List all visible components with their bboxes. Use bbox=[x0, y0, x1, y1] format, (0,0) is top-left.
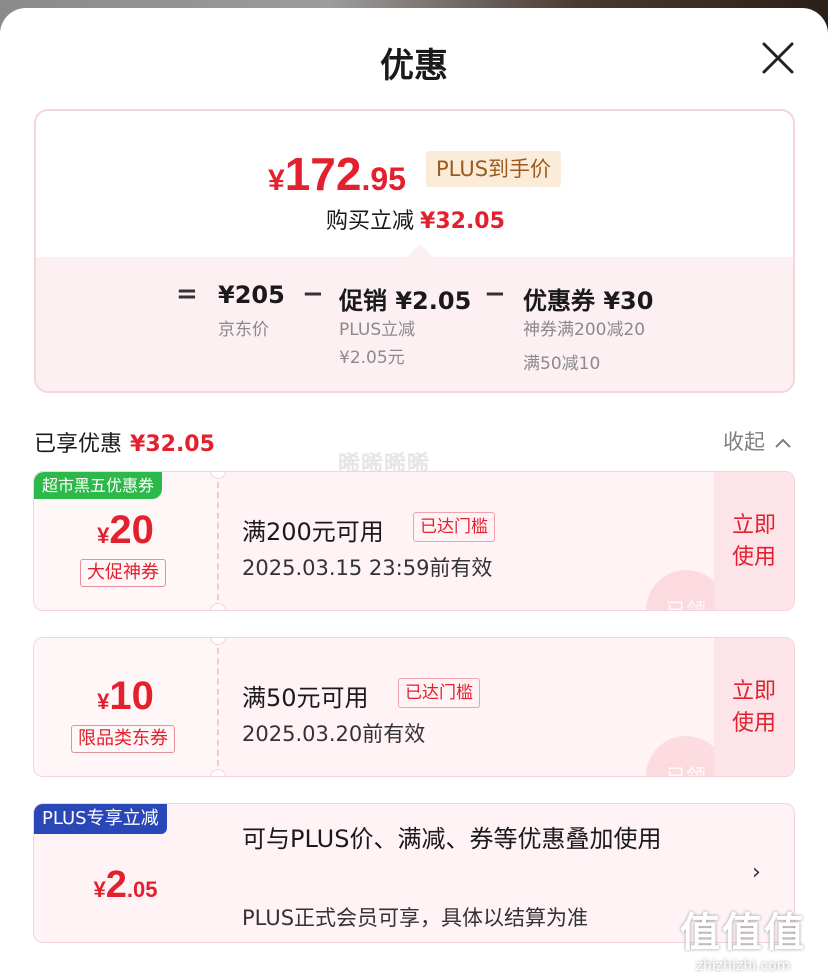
promo-sub-label: PLUS立减 bbox=[339, 320, 416, 340]
equals-sign: = bbox=[176, 279, 198, 309]
buy-reduce-label: 购买立减 bbox=[326, 209, 415, 234]
use-coupon-button[interactable]: 立即 使用 bbox=[714, 638, 794, 776]
close-icon[interactable] bbox=[760, 40, 796, 76]
price-summary: ¥172.95 PLUS到手价 购买立减 ¥32.05 = ¥205 京东价 − … bbox=[34, 109, 795, 393]
coupon-sub-1: 神券满200减20 bbox=[523, 320, 646, 340]
coupon-divider bbox=[217, 472, 219, 610]
coupon-validity: 2025.03.15 23:59前有效 bbox=[242, 556, 493, 580]
buy-reduce: 购买立减 ¥32.05 bbox=[326, 203, 505, 235]
plus-offer-value: ¥2.05 bbox=[93, 864, 158, 906]
plus-badge: PLUS专享立减 bbox=[34, 804, 167, 834]
discount-sheet: 优惠 ¥172.95 PLUS到手价 购买立减 ¥32.05 = ¥205 京东价… bbox=[0, 8, 828, 976]
chevron-right-icon[interactable]: › bbox=[752, 860, 761, 885]
jd-price-label: 京东价 bbox=[218, 320, 269, 340]
breakdown-pointer bbox=[406, 244, 434, 258]
coupon-card: ¥10 限品类东券 满50元可用 已达门槛 2025.03.20前有效 已领 立… bbox=[33, 637, 795, 777]
coupon-type: 大促神券 bbox=[80, 559, 166, 587]
plus-offer-description: 可与PLUS价、满减、券等优惠叠加使用 bbox=[242, 825, 662, 853]
enjoyed-amount: ¥32.05 bbox=[130, 432, 215, 457]
coupon-type: 限品类东券 bbox=[71, 725, 175, 753]
collapse-label: 收起 bbox=[723, 430, 765, 454]
coupon-condition: 满200元可用 bbox=[242, 518, 384, 546]
coupon-divider bbox=[217, 638, 219, 776]
chevron-up-icon bbox=[769, 434, 792, 453]
coupon-condition: 满50元可用 bbox=[242, 684, 369, 712]
sheet-title: 优惠 bbox=[380, 46, 448, 86]
coupon-card: 超市黑五优惠券 ¥20 大促神券 满200元可用 已达门槛 2025.03.15… bbox=[33, 471, 795, 611]
minus-sign: − bbox=[484, 279, 506, 309]
coupon-value: ¥20 bbox=[97, 508, 154, 552]
site-watermark-logo: 值值值 bbox=[680, 910, 806, 956]
coupon-value: ¥10 bbox=[97, 674, 154, 718]
promo-sub-amount: ¥2.05元 bbox=[339, 348, 405, 368]
coupon-sub-2: 满50减10 bbox=[523, 354, 601, 374]
collapse-button[interactable]: 收起 bbox=[723, 426, 792, 456]
threshold-reached-badge: 已达门槛 bbox=[413, 512, 495, 542]
enjoyed-discount: 已享优惠 ¥32.05 bbox=[34, 426, 215, 458]
use-coupon-button[interactable]: 立即 使用 bbox=[714, 472, 794, 610]
threshold-reached-badge: 已达门槛 bbox=[398, 678, 480, 708]
enjoyed-label: 已享优惠 bbox=[34, 432, 123, 457]
buy-reduce-amount: ¥32.05 bbox=[420, 209, 505, 234]
site-watermark-url: zhizhizhi.com bbox=[695, 958, 791, 974]
coupon-amount: 优惠券 ¥30 bbox=[523, 287, 654, 315]
site-watermark: 值值值 zhizhizhi.com bbox=[680, 900, 806, 974]
plus-offer-note: PLUS正式会员可享，具体以结算为准 bbox=[242, 906, 589, 930]
minus-sign: − bbox=[302, 279, 324, 309]
coupon-badge: 超市黑五优惠券 bbox=[34, 472, 163, 499]
jd-price: ¥205 bbox=[218, 281, 285, 309]
final-price: ¥172.95 bbox=[268, 148, 406, 200]
promo-amount: 促销 ¥2.05 bbox=[339, 287, 472, 315]
coupon-validity: 2025.03.20前有效 bbox=[242, 722, 426, 746]
plus-price-tag: PLUS到手价 bbox=[426, 151, 562, 187]
